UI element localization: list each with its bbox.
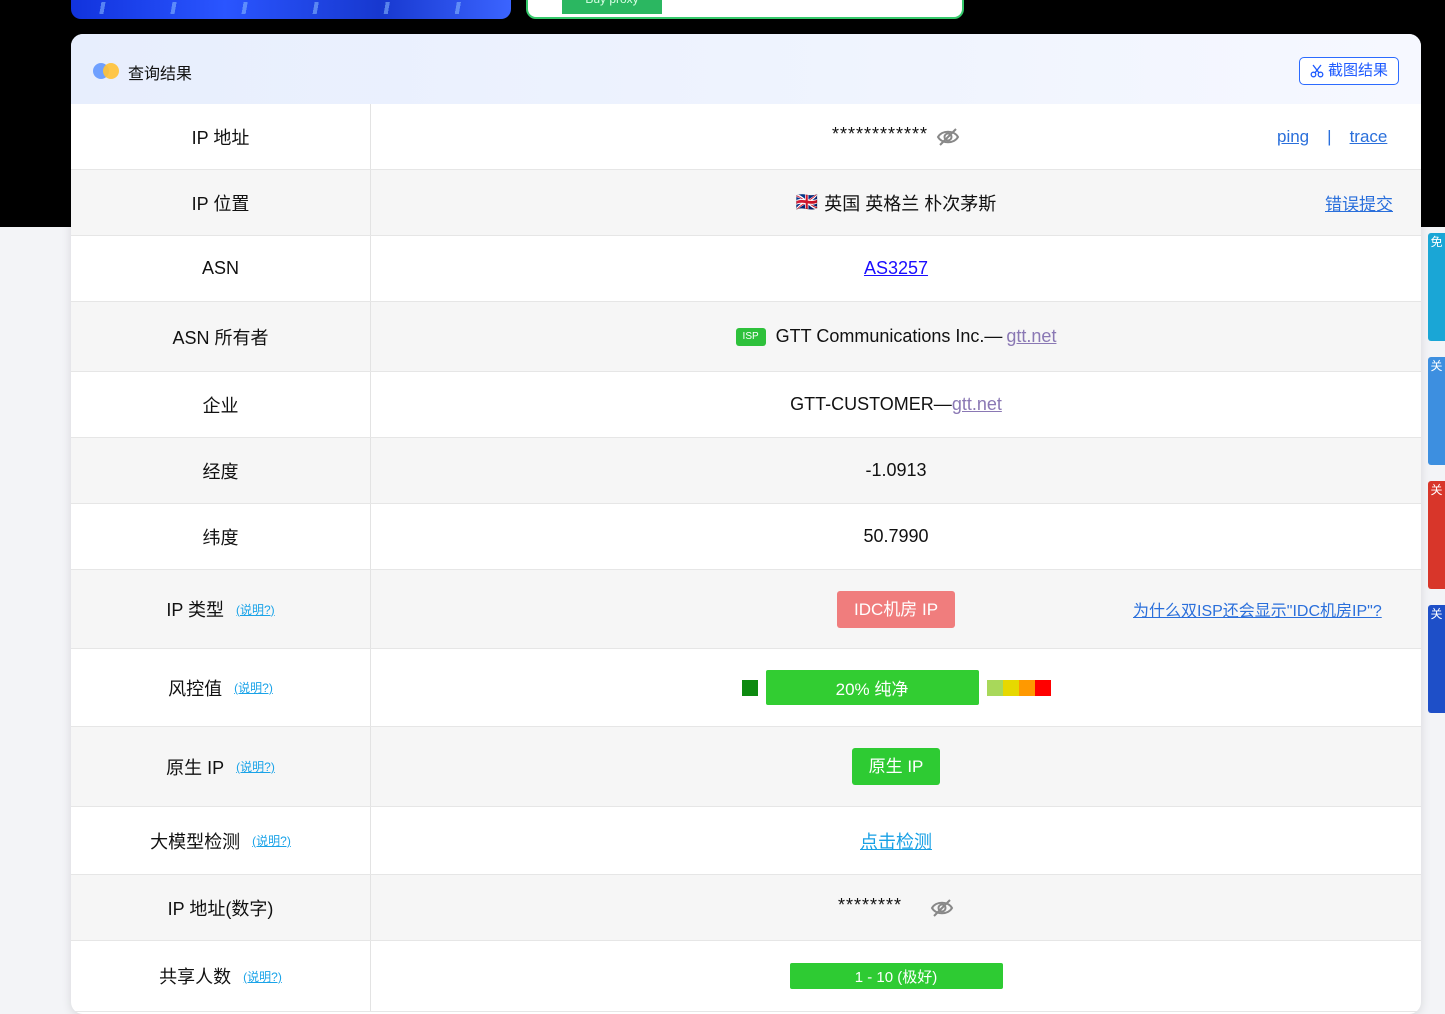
- ip-location-value-cell: 🇬🇧 英国 英格兰 朴次茅斯: [371, 170, 1421, 235]
- buy-proxy-button[interactable]: Buy proxy: [562, 0, 662, 14]
- risk-meter: 20% 纯净: [741, 670, 1051, 705]
- risk-color-scale: [986, 679, 1051, 696]
- asn-owner-name: GTT Communications Inc.—: [775, 326, 1003, 346]
- enterprise-name: GTT-CUSTOMER—: [790, 394, 952, 414]
- shared-label-cell: 共享人数 (说明?): [71, 941, 371, 1011]
- native-ip-badge: 原生 IP: [851, 748, 941, 785]
- trace-link[interactable]: trace: [1350, 127, 1388, 147]
- ip-address-label: IP 地址: [71, 104, 371, 169]
- screenshot-result-label: 截图结果: [1327, 62, 1388, 79]
- risk-label-cell: 风控值 (说明?): [71, 649, 371, 726]
- risk-score-bar: 20% 纯净: [765, 670, 979, 705]
- result-table: IP 地址 ************ ping | trace IP 位置 🇬🇧…: [71, 104, 1421, 1012]
- longitude-label: 经度: [71, 438, 371, 503]
- idc-ip-badge: IDC机房 IP: [836, 590, 956, 628]
- ip-numeric-value-cell: ********: [371, 875, 1421, 940]
- llm-label: 大模型检测: [150, 831, 241, 852]
- llm-value-cell: 点击检测: [371, 807, 1421, 874]
- row-enterprise: 企业 GTT-CUSTOMER— gtt.net: [71, 372, 1421, 438]
- ip-type-help-link[interactable]: (说明?): [236, 601, 275, 618]
- ad-banner-left[interactable]: [71, 0, 511, 19]
- row-ip-numeric: IP 地址(数字) ********: [71, 875, 1421, 941]
- ad-banner-right[interactable]: Buy proxy: [526, 0, 964, 19]
- longitude-value: -1.0913: [865, 460, 927, 480]
- asn-owner-value-cell: ISP GTT Communications Inc.— gtt.net: [371, 302, 1421, 371]
- row-latitude: 纬度 50.7990: [71, 504, 1421, 570]
- ping-link[interactable]: ping: [1277, 127, 1309, 147]
- ip-address-value-cell: ************: [371, 104, 1421, 169]
- shared-label: 共享人数: [159, 967, 232, 987]
- asn-label: ASN: [71, 236, 371, 301]
- asn-link[interactable]: AS3257: [864, 258, 928, 279]
- scale-high: [1018, 679, 1035, 696]
- row-ip-location: IP 位置 🇬🇧 英国 英格兰 朴次茅斯 错误提交: [71, 170, 1421, 236]
- ip-tools: ping | trace: [1277, 104, 1387, 169]
- scale-low: [986, 679, 1003, 696]
- result-card: 查询结果 截图结果 IP 地址 ************ ping | trac…: [71, 34, 1421, 1014]
- side-tab-4[interactable]: 关: [1428, 605, 1445, 713]
- ip-numeric-masked: ********: [837, 895, 903, 915]
- dual-isp-question-link[interactable]: 为什么双ISP还会显示"IDC机房IP"?: [1133, 570, 1382, 648]
- llm-label-cell: 大模型检测 (说明?): [71, 807, 371, 874]
- shared-value-cell: 1 - 10 (极好): [371, 941, 1421, 1011]
- row-asn-owner: ASN 所有者 ISP GTT Communications Inc.— gtt…: [71, 302, 1421, 372]
- ip-location-value: 英国 英格兰 朴次茅斯: [824, 193, 997, 214]
- row-risk-score: 风控值 (说明?) 20% 纯净: [71, 649, 1421, 727]
- row-native-ip: 原生 IP (说明?) 原生 IP: [71, 727, 1421, 807]
- shared-help-link[interactable]: (说明?): [243, 968, 282, 985]
- eye-off-icon[interactable]: [930, 898, 954, 918]
- ip-numeric-label: IP 地址(数字): [71, 875, 371, 940]
- asn-value-cell: AS3257: [371, 236, 1421, 301]
- risk-help-link[interactable]: (说明?): [234, 679, 273, 696]
- native-label: 原生 IP: [166, 757, 225, 778]
- shared-users-bar: 1 - 10 (极好): [789, 963, 1003, 989]
- risk-level-square: [741, 679, 758, 696]
- asn-owner-domain-link[interactable]: gtt.net: [1006, 326, 1056, 347]
- row-longitude: 经度 -1.0913: [71, 438, 1421, 504]
- ip-type-label: IP 类型: [166, 600, 224, 620]
- uk-flag-icon: 🇬🇧: [795, 192, 819, 212]
- enterprise-value-cell: GTT-CUSTOMER— gtt.net: [371, 372, 1421, 437]
- latitude-value: 50.7990: [863, 526, 929, 546]
- enterprise-domain-link[interactable]: gtt.net: [952, 394, 1002, 415]
- scale-max: [1034, 679, 1051, 696]
- link-separator: |: [1327, 126, 1332, 146]
- side-tab-3[interactable]: 关: [1428, 481, 1445, 589]
- click-detect-link[interactable]: 点击检测: [860, 828, 932, 854]
- latitude-label: 纬度: [71, 504, 371, 569]
- row-shared-users: 共享人数 (说明?) 1 - 10 (极好): [71, 941, 1421, 1012]
- risk-value-cell: 20% 纯净: [371, 649, 1421, 726]
- side-tab-2[interactable]: 关: [1428, 357, 1445, 465]
- enterprise-label: 企业: [71, 372, 371, 437]
- result-card-header: 查询结果 截图结果: [71, 34, 1421, 104]
- eye-off-icon[interactable]: [936, 127, 960, 147]
- header-dots-icon: [93, 63, 119, 79]
- result-title: 查询结果: [128, 66, 193, 83]
- side-tab-1[interactable]: 免: [1428, 233, 1445, 341]
- ip-type-label-cell: IP 类型 (说明?): [71, 570, 371, 648]
- scale-mid: [1002, 679, 1019, 696]
- row-llm-detect: 大模型检测 (说明?) 点击检测: [71, 807, 1421, 875]
- asn-owner-label: ASN 所有者: [71, 302, 371, 371]
- ip-location-label: IP 位置: [71, 170, 371, 235]
- native-label-cell: 原生 IP (说明?): [71, 727, 371, 806]
- error-report-link[interactable]: 错误提交: [1325, 170, 1393, 235]
- native-help-link[interactable]: (说明?): [236, 758, 275, 775]
- isp-badge: ISP: [735, 327, 766, 346]
- scissors-icon: [1310, 64, 1324, 78]
- native-value-cell: 原生 IP: [371, 727, 1421, 806]
- screenshot-result-button[interactable]: 截图结果: [1298, 57, 1399, 85]
- row-ip-type: IP 类型 (说明?) IDC机房 IP 为什么双ISP还会显示"IDC机房IP…: [71, 570, 1421, 649]
- row-ip-address: IP 地址 ************ ping | trace: [71, 104, 1421, 170]
- row-asn: ASN AS3257: [71, 236, 1421, 302]
- ip-address-masked: ************: [831, 124, 929, 144]
- llm-help-link[interactable]: (说明?): [252, 832, 291, 849]
- risk-label: 风控值: [168, 678, 223, 699]
